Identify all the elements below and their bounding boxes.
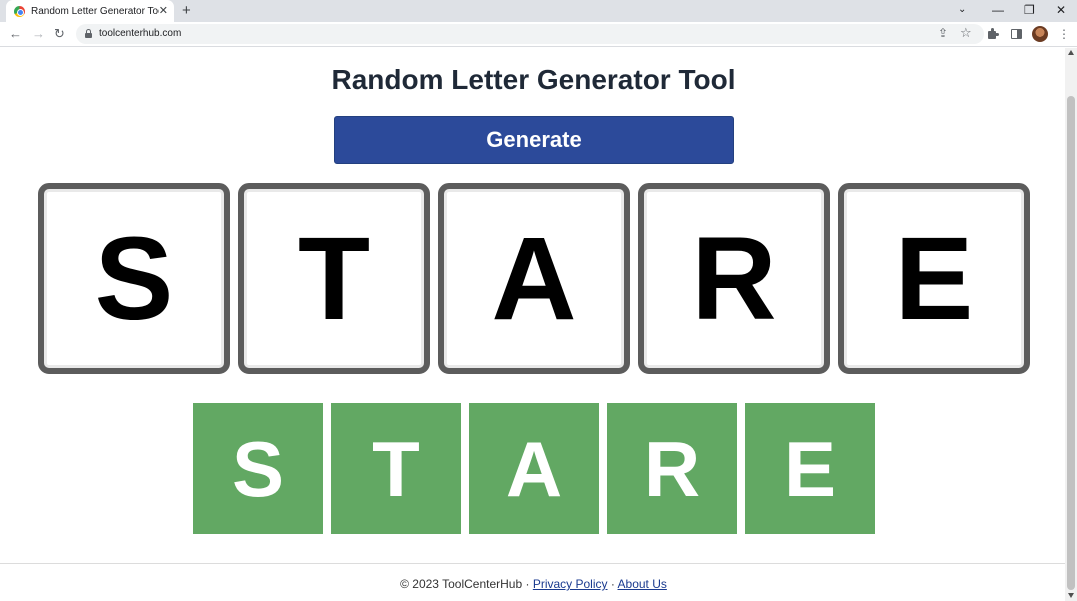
- minimize-button[interactable]: —: [992, 1, 1004, 19]
- tab-close-icon[interactable]: ✕: [159, 4, 168, 18]
- green-letter: R: [643, 424, 701, 513]
- close-window-button[interactable]: ✕: [1056, 1, 1066, 19]
- footer-copyright: © 2023 ToolCenterHub ·: [400, 577, 533, 591]
- reload-button[interactable]: ↻: [54, 25, 65, 43]
- share-icon[interactable]: ⇪: [938, 26, 948, 40]
- large-letter: E: [894, 212, 974, 345]
- back-button[interactable]: ←: [9, 25, 22, 43]
- scroll-thumb[interactable]: [1067, 96, 1075, 590]
- vertical-scrollbar[interactable]: [1065, 48, 1077, 601]
- footer-divider: [0, 563, 1065, 564]
- green-letter-tile: A: [469, 403, 599, 534]
- letter-tiles-large: S T A R E: [38, 183, 1030, 374]
- tab-title: Random Letter Generator Tool: [31, 5, 159, 17]
- scroll-up-arrow-icon[interactable]: [1068, 50, 1074, 55]
- new-tab-button[interactable]: +: [182, 2, 191, 20]
- large-letter: T: [297, 212, 371, 345]
- lock-icon[interactable]: [85, 29, 92, 38]
- page-viewport: Random Letter Generator Tool Generate S …: [0, 48, 1065, 601]
- green-letter: S: [231, 424, 285, 513]
- large-letter-tile: T: [238, 183, 430, 374]
- url-text[interactable]: toolcenterhub.com: [99, 28, 181, 39]
- green-letter: T: [372, 424, 420, 513]
- about-us-link[interactable]: About Us: [618, 577, 667, 591]
- page-title: Random Letter Generator Tool: [331, 64, 736, 95]
- large-letter-tile: E: [838, 183, 1030, 374]
- browser-tab[interactable]: Random Letter Generator Tool ✕: [6, 0, 174, 22]
- tab-strip: Random Letter Generator Tool ✕ + ⌄ — ❐ ✕: [0, 0, 1077, 22]
- profile-avatar[interactable]: [1032, 26, 1048, 42]
- large-letter: S: [94, 212, 174, 345]
- green-letter: A: [505, 424, 563, 513]
- green-letter: E: [783, 424, 837, 513]
- extensions-icon[interactable]: [988, 28, 999, 39]
- large-letter: A: [491, 212, 577, 345]
- large-letter: R: [691, 212, 777, 345]
- generate-button[interactable]: Generate: [334, 116, 734, 164]
- more-menu-icon[interactable]: ⋮: [1058, 26, 1070, 42]
- large-letter-tile: A: [438, 183, 630, 374]
- privacy-policy-link[interactable]: Privacy Policy: [533, 577, 608, 591]
- scroll-down-arrow-icon[interactable]: [1068, 593, 1074, 598]
- bookmark-star-icon[interactable]: ☆: [960, 25, 972, 41]
- large-letter-tile: R: [638, 183, 830, 374]
- chrome-favicon-icon: [14, 5, 25, 17]
- tab-search-chevron-icon[interactable]: ⌄: [958, 1, 966, 19]
- footer-separator: ·: [607, 577, 618, 591]
- green-letter-tile: S: [193, 403, 323, 534]
- side-panel-icon[interactable]: [1011, 29, 1022, 39]
- large-letter-tile: S: [38, 183, 230, 374]
- green-letter-tile: E: [745, 403, 875, 534]
- browser-toolbar: ← → ↻ toolcenterhub.com ⇪ ☆ ⋮: [0, 22, 1077, 47]
- address-bar[interactable]: toolcenterhub.com ⇪ ☆: [76, 24, 984, 44]
- restore-button[interactable]: ❐: [1024, 1, 1035, 19]
- letter-tiles-green: S T A R E: [193, 403, 875, 534]
- footer: © 2023 ToolCenterHub · Privacy Policy · …: [0, 577, 1065, 591]
- green-letter-tile: T: [331, 403, 461, 534]
- forward-button[interactable]: →: [32, 25, 45, 43]
- green-letter-tile: R: [607, 403, 737, 534]
